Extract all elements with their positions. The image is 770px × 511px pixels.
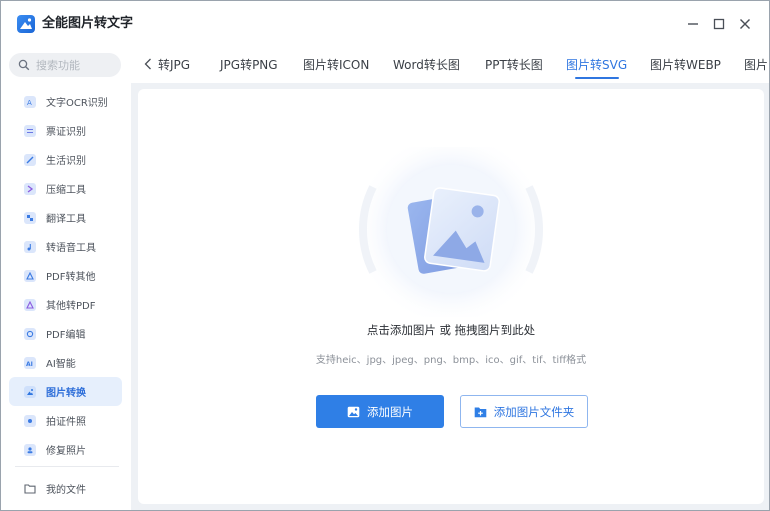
supported-formats-text: 支持heic、jpg、jpeg、png、bmp、ico、gif、tif、tiff… — [315, 355, 587, 366]
active-tab-indicator — [575, 77, 619, 79]
my-files-label: 我的文件 — [46, 484, 86, 496]
add-folder-icon — [474, 407, 487, 417]
main-area: 转JPG JPG转PNG 图片转ICON Word转长图 PPT转长图 图片转S… — [131, 47, 769, 510]
tab-to-jpg[interactable]: 转JPG — [158, 57, 190, 73]
sidebar-item-image-convert[interactable]: 图片转换 — [9, 377, 122, 406]
close-button[interactable] — [734, 13, 756, 35]
maximize-button[interactable] — [708, 13, 730, 35]
sidebar-item-label: 票证识别 — [46, 127, 86, 138]
search-input[interactable] — [36, 58, 114, 72]
add-image-folder-button[interactable]: 添加图片文件夹 — [460, 395, 588, 428]
ai-icon: AI — [24, 356, 36, 369]
sidebar-item-label: 其他转PDF — [46, 301, 96, 312]
translate-icon — [24, 211, 36, 224]
drop-zone-title: 点击添加图片 或 拖拽图片到此处 — [366, 323, 536, 337]
tab-word-to-long-image[interactable]: Word转长图 — [393, 57, 460, 73]
minimize-button[interactable] — [682, 13, 704, 35]
tab-image-more[interactable]: 图片 — [744, 57, 768, 73]
voice-icon — [24, 240, 36, 253]
life-icon — [24, 153, 36, 166]
ticket-icon — [24, 124, 36, 137]
pdf-convert-icon — [24, 269, 36, 282]
app-logo-icon — [17, 15, 35, 33]
tab-image-to-svg[interactable]: 图片转SVG — [566, 57, 627, 73]
search-box[interactable] — [9, 53, 121, 77]
sidebar-item-id-photo[interactable]: 拍证件照 — [9, 406, 122, 435]
sidebar-item-repair-photo[interactable]: 修复照片 — [9, 435, 122, 464]
sidebar-item-pdf-edit[interactable]: PDF编辑 — [9, 319, 122, 348]
tab-ppt-to-long-image[interactable]: PPT转长图 — [485, 57, 543, 73]
close-icon — [740, 19, 750, 29]
sidebar-item-other-to-pdf[interactable]: 其他转PDF — [9, 290, 122, 319]
tab-jpg-to-png[interactable]: JPG转PNG — [220, 57, 278, 73]
add-image-button[interactable]: 添加图片 — [316, 395, 444, 428]
sidebar-item-voice[interactable]: 转语音工具 — [9, 232, 122, 261]
add-image-folder-label: 添加图片文件夹 — [493, 404, 575, 419]
sidebar-divider — [15, 466, 119, 467]
upload-drop-zone[interactable]: 点击添加图片 或 拖拽图片到此处 支持heic、jpg、jpeg、png、bmp… — [138, 89, 764, 504]
repair-photo-icon — [24, 443, 36, 456]
app-window: 全能图片转文字 A 文字OCR识别 票证识别 — [0, 0, 770, 511]
sidebar-item-pdf-to-other[interactable]: PDF转其他 — [9, 261, 122, 290]
image-convert-icon — [24, 385, 36, 398]
sidebar-item-ticket[interactable]: 票证识别 — [9, 116, 122, 145]
maximize-icon — [713, 18, 725, 30]
image-upload-illustration-icon — [353, 147, 549, 317]
app-title: 全能图片转文字 — [42, 16, 134, 31]
tab-image-to-icon[interactable]: 图片转ICON — [303, 57, 369, 73]
minimize-icon — [688, 23, 698, 25]
sidebar-item-label: 修复照片 — [46, 446, 86, 457]
to-pdf-icon — [24, 298, 36, 311]
sidebar-item-label: 生活识别 — [46, 156, 86, 167]
svg-text:A: A — [27, 99, 32, 106]
sidebar-item-label: 翻译工具 — [46, 214, 86, 225]
sidebar-item-label: AI智能 — [46, 359, 76, 370]
my-files-button[interactable]: 我的文件 — [9, 475, 122, 501]
tab-image-to-webp[interactable]: 图片转WEBP — [650, 57, 721, 73]
sidebar-nav: A 文字OCR识别 票证识别 生活识别 压缩工具 翻译工具 转语音工具 PDF转… — [9, 87, 122, 464]
sidebar-item-ai[interactable]: AI AI智能 — [9, 348, 122, 377]
sidebar-item-label: 图片转换 — [46, 388, 86, 399]
sidebar-item-label: PDF编辑 — [46, 330, 86, 341]
image-icon — [347, 406, 360, 417]
tab-scroll-left-button[interactable] — [141, 55, 155, 73]
ocr-icon: A — [24, 95, 36, 108]
sidebar-item-label: 文字OCR识别 — [46, 98, 108, 109]
compress-icon — [24, 182, 36, 195]
sidebar-item-label: 压缩工具 — [46, 185, 86, 196]
folder-icon — [24, 483, 36, 494]
sidebar-item-compress[interactable]: 压缩工具 — [9, 174, 122, 203]
sidebar-item-label: 拍证件照 — [46, 417, 86, 428]
id-photo-icon — [24, 414, 36, 427]
chevron-left-icon — [144, 58, 151, 70]
add-image-label: 添加图片 — [367, 404, 413, 419]
sidebar-item-ocr[interactable]: A 文字OCR识别 — [9, 87, 122, 116]
sidebar-item-translate[interactable]: 翻译工具 — [9, 203, 122, 232]
search-icon — [18, 59, 30, 71]
pdf-edit-icon — [24, 327, 36, 340]
sidebar-item-label: PDF转其他 — [46, 272, 96, 283]
svg-text:AI: AI — [26, 361, 33, 367]
sidebar-item-label: 转语音工具 — [46, 243, 96, 254]
tab-bar: 转JPG JPG转PNG 图片转ICON Word转长图 PPT转长图 图片转S… — [131, 47, 769, 83]
title-bar: 全能图片转文字 — [1, 1, 769, 47]
sidebar: A 文字OCR识别 票证识别 生活识别 压缩工具 翻译工具 转语音工具 — [1, 47, 131, 510]
sidebar-item-life[interactable]: 生活识别 — [9, 145, 122, 174]
